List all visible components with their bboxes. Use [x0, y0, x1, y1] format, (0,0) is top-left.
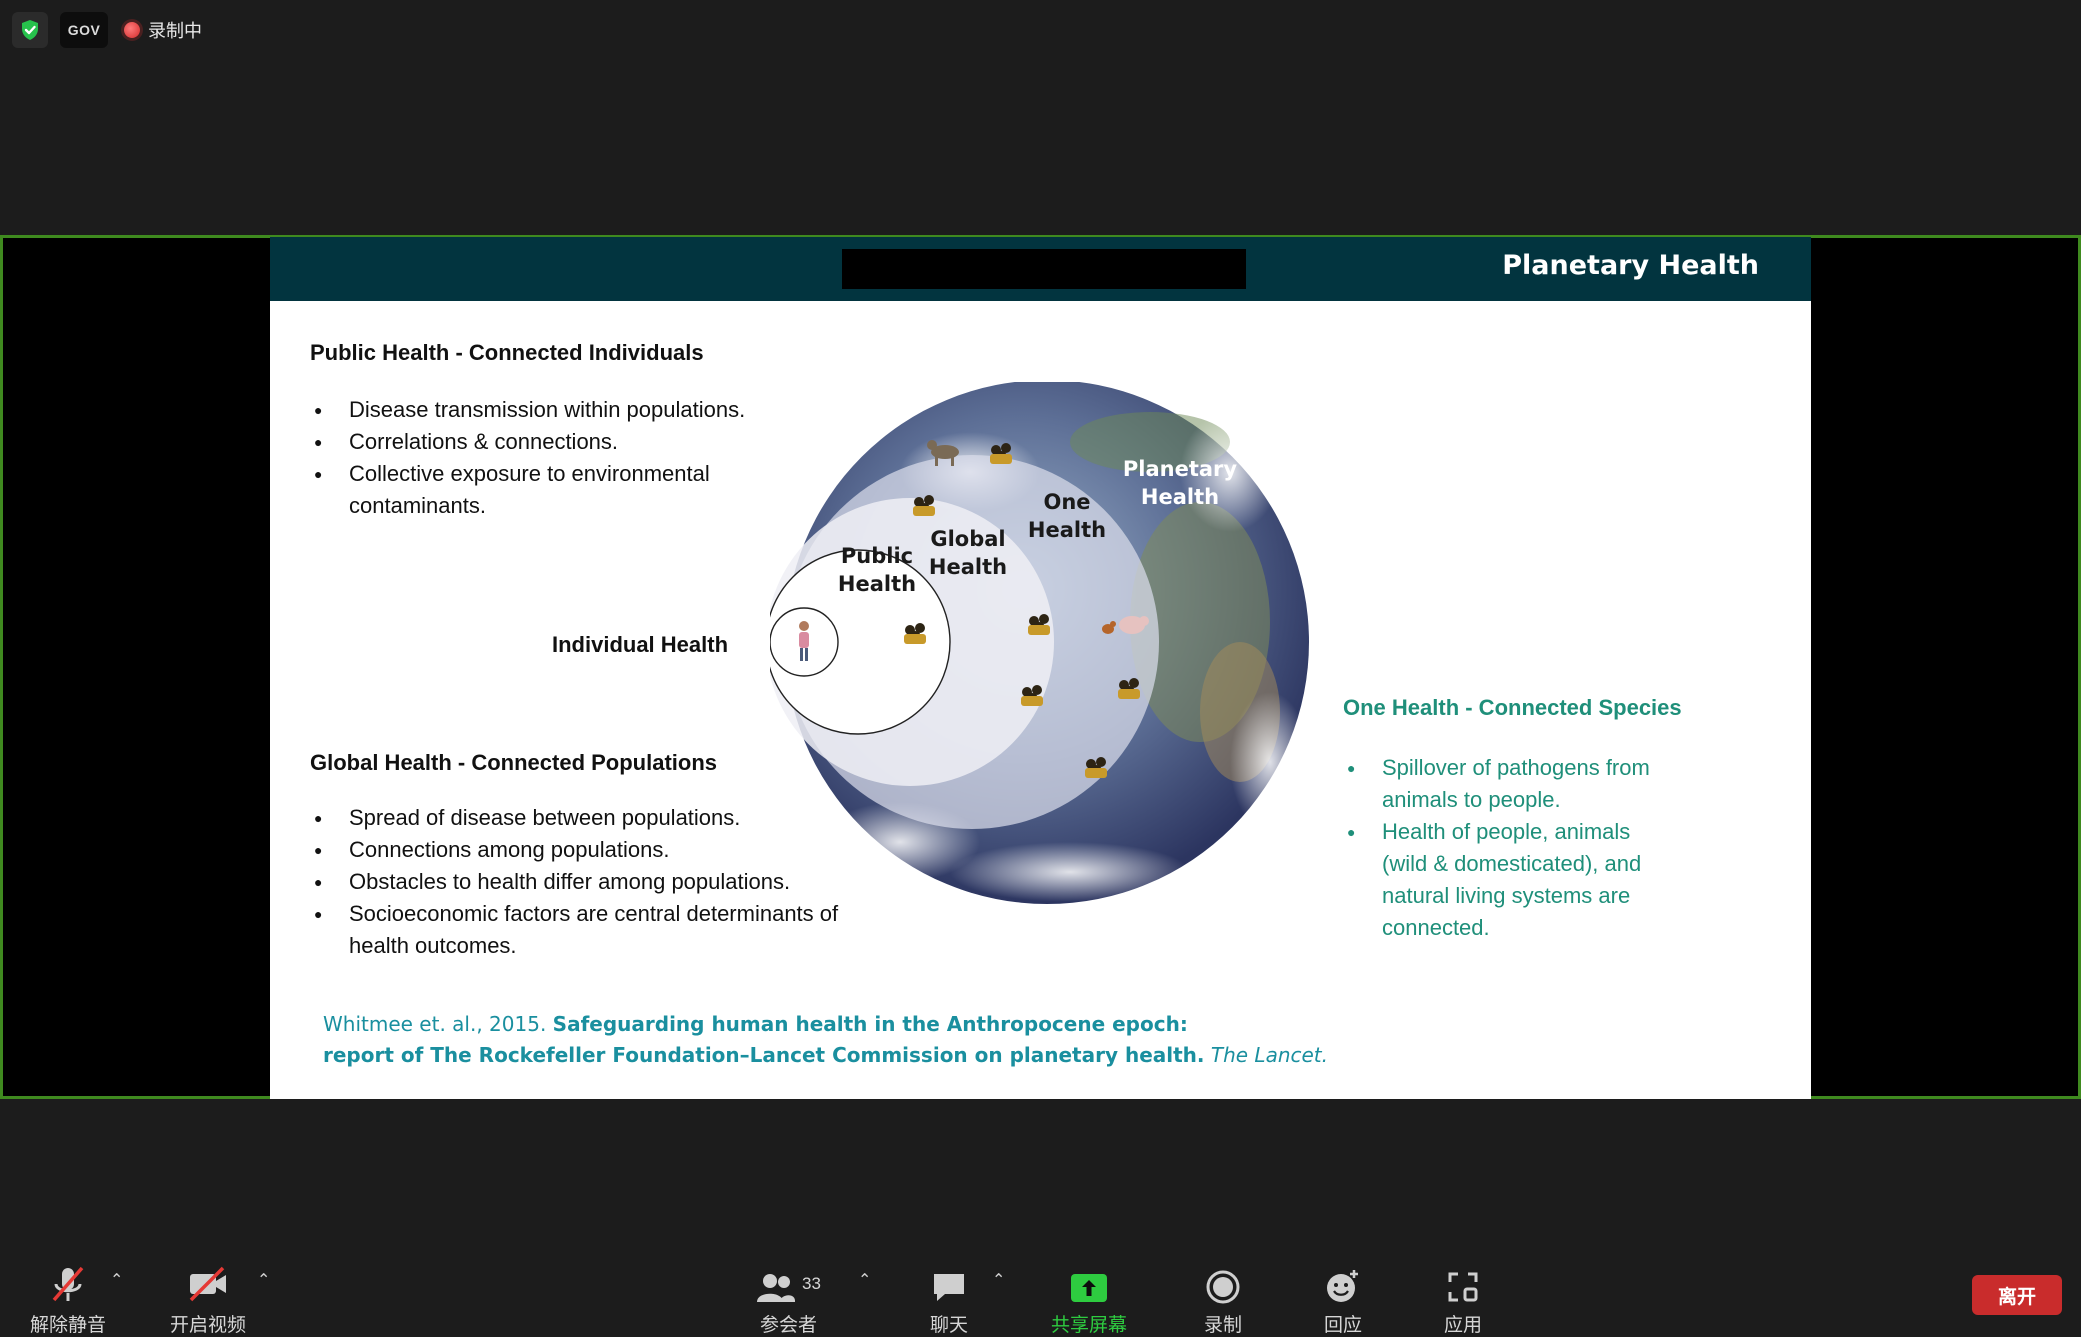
participants-count: 33 — [802, 1274, 821, 1293]
apps-label: 应用 — [1444, 1315, 1483, 1336]
public-health-heading: Public Health - Connected Individuals — [310, 340, 704, 365]
share-screen-label: 共享屏幕 — [1051, 1315, 1128, 1336]
video-off-icon — [187, 1262, 229, 1304]
reactions-button[interactable]: 回应 — [1324, 1262, 1362, 1337]
participants-icon-group: 33 — [756, 1262, 821, 1304]
one-health-heading: One Health - Connected Species — [1343, 695, 1682, 720]
start-video-button[interactable]: 开启视频 — [170, 1262, 246, 1337]
chat-icon — [931, 1262, 967, 1304]
list-item: Health of people, animals (wild & domest… — [1343, 816, 1672, 944]
global-health-label-line2: Health — [929, 555, 1007, 579]
apps-icon — [1446, 1262, 1480, 1304]
record-button[interactable]: 录制 — [1204, 1262, 1242, 1337]
citation-title-2: report of The Rockefeller Foundation–Lan… — [323, 1043, 1205, 1067]
one-health-label-line1: One — [1043, 490, 1090, 514]
one-health-list: Spillover of pathogens from animals to p… — [1343, 752, 1703, 944]
recording-dot-icon — [124, 22, 140, 38]
chat-options-chevron-icon[interactable]: ⌃ — [992, 1270, 1005, 1290]
participants-button[interactable]: 33 参会者 — [756, 1262, 821, 1337]
list-item: Disease transmission within populations. — [310, 394, 830, 426]
unmute-button[interactable]: 解除静音 — [30, 1262, 106, 1337]
share-screen-icon — [1070, 1262, 1108, 1304]
record-icon — [1206, 1262, 1240, 1304]
planetary-health-label-line1: Planetary — [1123, 457, 1238, 481]
global-health-heading: Global Health - Connected Populations — [310, 750, 718, 775]
video-options-chevron-icon[interactable]: ⌃ — [257, 1270, 270, 1290]
public-health-list: Disease transmission within populations.… — [310, 394, 830, 522]
public-health-label-line2: Health — [838, 572, 916, 596]
citation-title-1: Safeguarding human health in the Anthrop… — [552, 1012, 1188, 1036]
apps-button[interactable]: 应用 — [1444, 1262, 1482, 1337]
slide-header-bar: Planetary Health — [270, 237, 1811, 301]
gov-badge[interactable]: GOV — [60, 12, 108, 48]
chat-button[interactable]: 聊天 — [930, 1262, 968, 1337]
reaction-emoji-icon — [1325, 1262, 1361, 1304]
slide-title: Planetary Health — [1502, 250, 1759, 281]
share-screen-button[interactable]: 共享屏幕 — [1051, 1262, 1127, 1337]
recording-label: 录制中 — [148, 21, 202, 41]
planetary-health-label-line2: Health — [1141, 485, 1219, 509]
leave-button[interactable]: 离开 — [1972, 1275, 2062, 1315]
citation-journal: The Lancet. — [1210, 1043, 1329, 1067]
chat-label: 聊天 — [930, 1315, 969, 1336]
presentation-slide: Planetary Health Public Health - Connect… — [270, 237, 1811, 1099]
citation-authors: Whitmee et. al., 2015. — [323, 1012, 547, 1036]
recording-indicator[interactable]: 录制中 — [124, 12, 202, 48]
security-shield-icon[interactable] — [12, 12, 48, 48]
list-item: Collective exposure to environmental con… — [310, 458, 759, 522]
participants-icon — [757, 1274, 796, 1302]
global-health-label-line1: Global — [930, 527, 1005, 551]
citation: Whitmee et. al., 2015. Safeguarding huma… — [323, 1009, 1423, 1071]
individual-health-label: Individual Health — [552, 632, 729, 657]
record-label: 录制 — [1204, 1315, 1243, 1336]
one-health-label-line2: Health — [1028, 518, 1106, 542]
public-health-label-line1: Public — [841, 544, 913, 568]
reactions-label: 回应 — [1324, 1315, 1363, 1336]
redacted-block — [842, 249, 1246, 289]
audio-options-chevron-icon[interactable]: ⌃ — [110, 1270, 123, 1290]
muted-microphone-icon — [48, 1262, 88, 1304]
start-video-label: 开启视频 — [170, 1315, 247, 1336]
unmute-label: 解除静音 — [30, 1315, 107, 1336]
participants-options-chevron-icon[interactable]: ⌃ — [858, 1270, 871, 1290]
list-item: Spillover of pathogens from animals to p… — [1343, 752, 1682, 816]
list-item: Correlations & connections. — [310, 426, 830, 458]
participants-label: 参会者 — [759, 1315, 817, 1336]
health-diagram: Planetary Health One Health Global Healt… — [770, 382, 1310, 904]
